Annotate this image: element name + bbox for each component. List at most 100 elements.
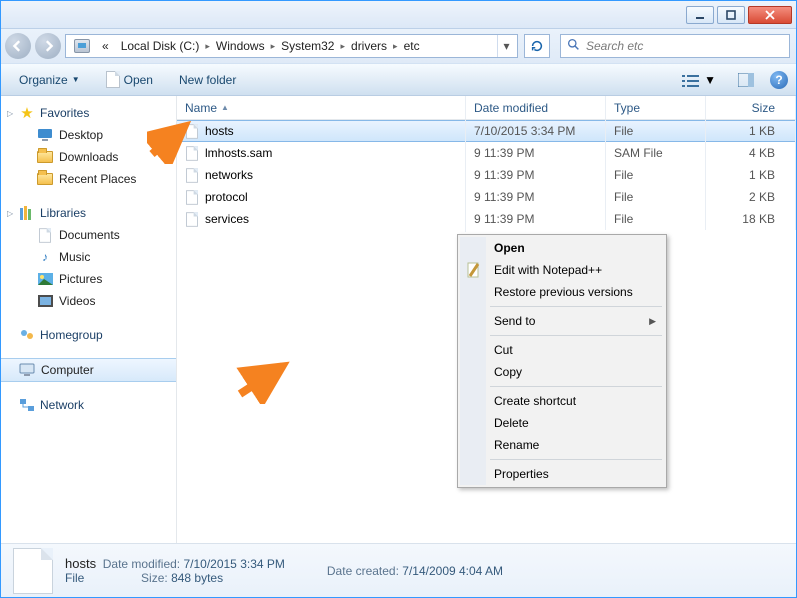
- file-type: SAM File: [606, 142, 706, 164]
- nav-back-button[interactable]: [5, 33, 31, 59]
- file-row[interactable]: hosts7/10/2015 3:34 PMFile1 KB: [177, 120, 796, 142]
- nav-libraries[interactable]: ▷Libraries: [1, 202, 176, 224]
- col-name[interactable]: Name ▲: [177, 96, 466, 119]
- view-options-button[interactable]: ▼: [676, 71, 722, 89]
- breadcrumb-overflow[interactable]: «: [96, 37, 115, 55]
- file-large-icon: [13, 548, 53, 594]
- details-modified-label: Date modified:: [103, 557, 180, 571]
- breadcrumb-drivers[interactable]: drivers: [345, 37, 393, 55]
- network-icon: [19, 397, 35, 413]
- ctx-sendto-label: Send to: [494, 314, 535, 328]
- ctx-sendto[interactable]: Send to▶: [460, 310, 664, 332]
- star-icon: ★: [19, 105, 35, 121]
- details-type-value: File: [65, 571, 84, 585]
- search-placeholder: Search etc: [586, 39, 643, 53]
- nav-pictures-label: Pictures: [59, 272, 102, 286]
- ctx-cut[interactable]: Cut: [460, 339, 664, 361]
- drive-icon: [68, 37, 96, 55]
- nav-downloads[interactable]: Downloads: [1, 146, 176, 168]
- pictures-icon: [37, 271, 53, 287]
- breadcrumb-system32[interactable]: System32: [275, 37, 340, 55]
- address-bar[interactable]: « Local Disk (C:)▸ Windows▸ System32▸ dr…: [65, 34, 518, 58]
- nav-music[interactable]: ♪Music: [1, 246, 176, 268]
- sort-asc-icon: ▲: [221, 103, 229, 112]
- details-pane: hosts Date modified: 7/10/2015 3:34 PM F…: [1, 543, 796, 597]
- search-input[interactable]: Search etc: [560, 34, 790, 58]
- ctx-open[interactable]: Open: [460, 237, 664, 259]
- preview-pane-button[interactable]: [732, 71, 760, 89]
- nav-favorites[interactable]: ▷★Favorites: [1, 102, 176, 124]
- nav-documents[interactable]: Documents: [1, 224, 176, 246]
- file-size: 4 KB: [706, 142, 796, 164]
- search-icon: [567, 38, 580, 54]
- explorer-body: ▷★Favorites Desktop Downloads Recent Pla…: [1, 96, 796, 543]
- folder-icon: [37, 149, 53, 165]
- file-row[interactable]: protocol9 11:39 PMFile2 KB: [177, 186, 796, 208]
- file-size: 1 KB: [706, 120, 796, 142]
- file-icon: [186, 124, 198, 138]
- ctx-rename[interactable]: Rename: [460, 434, 664, 456]
- col-type[interactable]: Type: [606, 96, 706, 119]
- notepadpp-icon: [466, 262, 482, 278]
- nav-desktop[interactable]: Desktop: [1, 124, 176, 146]
- close-button[interactable]: [748, 6, 792, 24]
- column-headers: Name ▲ Date modified Type Size: [177, 96, 796, 120]
- nav-computer[interactable]: Computer: [1, 358, 176, 382]
- newfolder-label: New folder: [179, 73, 236, 87]
- file-date: 9 11:39 PM: [466, 142, 606, 164]
- ctx-edit-notepadpp[interactable]: Edit with Notepad++: [460, 259, 664, 281]
- ctx-restore[interactable]: Restore previous versions: [460, 281, 664, 303]
- file-row[interactable]: networks9 11:39 PMFile1 KB: [177, 164, 796, 186]
- organize-menu[interactable]: Organize ▼: [9, 69, 90, 91]
- file-row[interactable]: lmhosts.sam9 11:39 PMSAM File4 KB: [177, 142, 796, 164]
- help-button[interactable]: ?: [770, 71, 788, 89]
- chevron-down-icon: ▼: [704, 73, 716, 87]
- nav-network[interactable]: Network: [1, 394, 176, 416]
- nav-network-label: Network: [40, 398, 84, 412]
- navigation-pane: ▷★Favorites Desktop Downloads Recent Pla…: [1, 96, 177, 543]
- open-button[interactable]: Open: [96, 67, 163, 92]
- nav-pictures[interactable]: Pictures: [1, 268, 176, 290]
- explorer-window: « Local Disk (C:)▸ Windows▸ System32▸ dr…: [0, 0, 797, 598]
- nav-forward-button[interactable]: [35, 33, 61, 59]
- nav-music-label: Music: [59, 250, 90, 264]
- nav-videos[interactable]: Videos: [1, 290, 176, 312]
- chevron-down-icon: ▼: [72, 75, 80, 84]
- file-date: 7/10/2015 3:34 PM: [466, 120, 606, 142]
- col-size[interactable]: Size: [706, 96, 796, 119]
- organize-label: Organize: [19, 73, 68, 87]
- nav-recent-label: Recent Places: [59, 172, 136, 186]
- file-type: File: [606, 164, 706, 186]
- nav-recent[interactable]: Recent Places: [1, 168, 176, 190]
- ctx-copy[interactable]: Copy: [460, 361, 664, 383]
- nav-homegroup[interactable]: Homegroup: [1, 324, 176, 346]
- col-date[interactable]: Date modified: [466, 96, 606, 119]
- details-filename: hosts: [65, 556, 96, 571]
- file-row[interactable]: services9 11:39 PMFile18 KB: [177, 208, 796, 230]
- command-bar: Organize ▼ Open New folder ▼ ?: [1, 63, 796, 96]
- details-created-label: Date created:: [327, 564, 399, 578]
- nav-videos-label: Videos: [59, 294, 95, 308]
- desktop-icon: [37, 127, 53, 143]
- breadcrumb-drive[interactable]: Local Disk (C:): [115, 37, 206, 55]
- file-icon: [186, 212, 198, 226]
- ctx-shortcut[interactable]: Create shortcut: [460, 390, 664, 412]
- details-modified-value: 7/10/2015 3:34 PM: [183, 557, 284, 571]
- refresh-button[interactable]: [524, 34, 550, 58]
- details-size-label: Size:: [141, 571, 168, 585]
- nav-favorites-label: Favorites: [40, 106, 89, 120]
- breadcrumb-etc[interactable]: etc: [398, 37, 426, 55]
- address-dropdown-button[interactable]: ▾: [497, 35, 515, 57]
- open-label: Open: [124, 73, 153, 87]
- ctx-edit-label: Edit with Notepad++: [494, 263, 602, 277]
- breadcrumb-windows[interactable]: Windows: [210, 37, 271, 55]
- file-date: 9 11:39 PM: [466, 186, 606, 208]
- details-created-value: 7/14/2009 4:04 AM: [402, 564, 503, 578]
- file-date: 9 11:39 PM: [466, 208, 606, 230]
- maximize-button[interactable]: [717, 6, 745, 24]
- ctx-delete[interactable]: Delete: [460, 412, 664, 434]
- ctx-properties[interactable]: Properties: [460, 463, 664, 485]
- new-folder-button[interactable]: New folder: [169, 69, 246, 91]
- nav-homegroup-label: Homegroup: [40, 328, 103, 342]
- minimize-button[interactable]: [686, 6, 714, 24]
